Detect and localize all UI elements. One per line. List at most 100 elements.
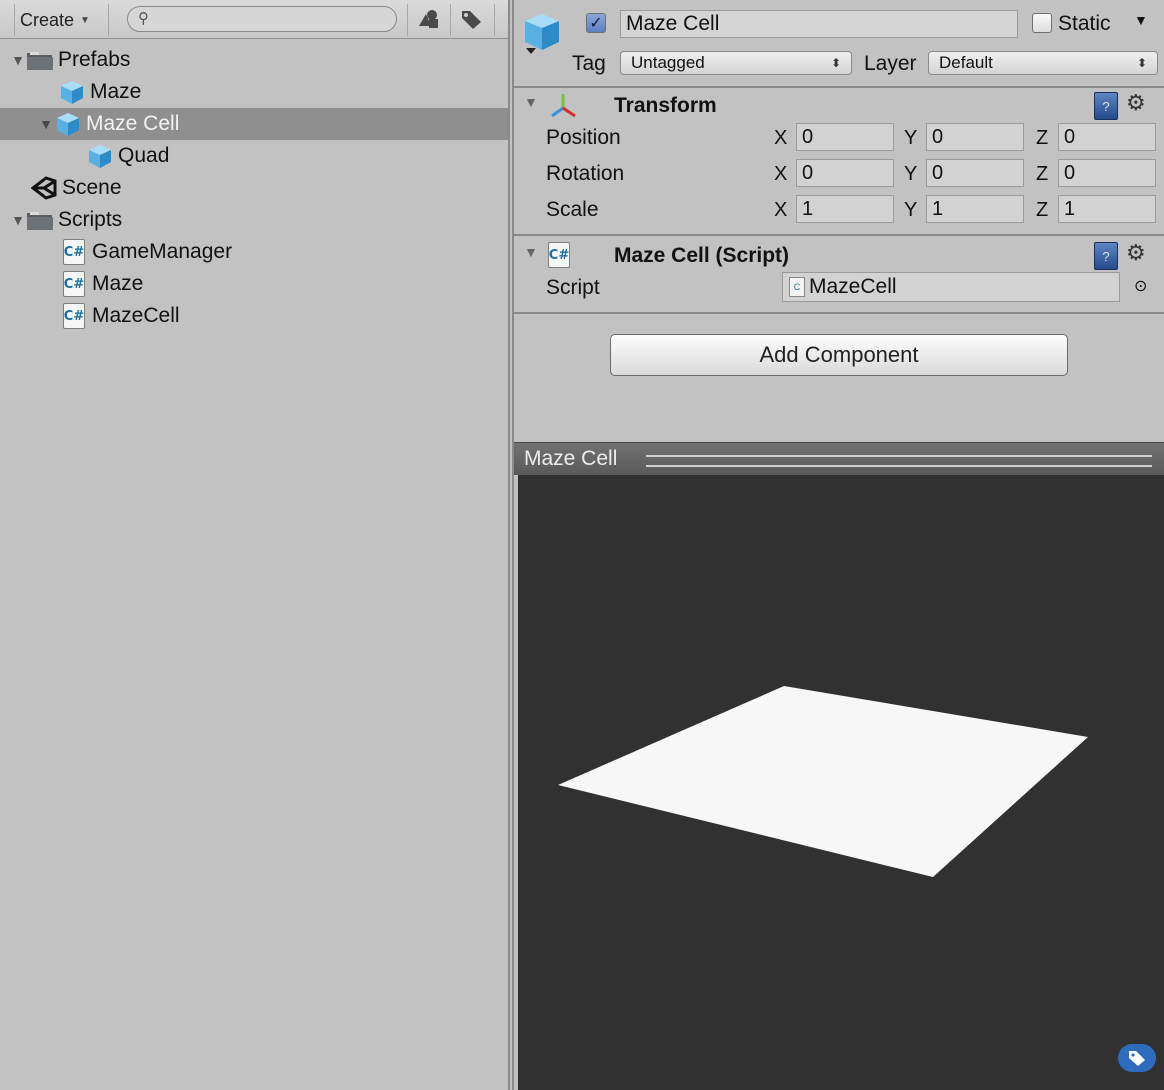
tree-item-label: Maze xyxy=(90,80,142,103)
rotation-z-field[interactable]: 0 xyxy=(1058,159,1156,187)
expand-triangle-icon[interactable]: ▼ xyxy=(38,114,54,134)
position-label: Position xyxy=(546,126,621,149)
axis-x-label: X xyxy=(774,163,788,185)
dropdown-caret-icon: ▼ xyxy=(80,14,90,26)
search-input[interactable]: ⚲ xyxy=(127,6,397,32)
csharp-script-icon: C xyxy=(789,277,805,297)
drag-handle[interactable] xyxy=(646,455,1152,467)
tree-item-label: GameManager xyxy=(92,240,233,263)
folder-icon xyxy=(26,207,54,233)
scale-y-field[interactable]: 1 xyxy=(926,195,1024,223)
expand-triangle-icon[interactable]: ▼ xyxy=(10,50,26,70)
asset-labels-button[interactable] xyxy=(1118,1044,1156,1072)
tree-item-mazecell-script[interactable]: C# MazeCell xyxy=(0,300,508,332)
component-title: Maze Cell (Script) xyxy=(614,244,790,267)
toolbar-divider xyxy=(108,4,109,36)
collapse-triangle-icon[interactable]: ▼ xyxy=(524,244,538,260)
tree-item-label: Scripts xyxy=(58,208,123,231)
create-label: Create xyxy=(20,9,75,30)
axis-y-label: Y xyxy=(904,199,918,221)
layer-value: Default xyxy=(939,53,993,72)
axis-z-label: Z xyxy=(1036,199,1049,221)
toolbar-divider xyxy=(407,4,408,36)
expand-triangle-icon[interactable]: ▼ xyxy=(10,210,26,230)
create-button[interactable]: Create ▼ xyxy=(20,8,90,32)
help-book-icon[interactable]: ? xyxy=(1094,92,1118,120)
static-checkbox[interactable] xyxy=(1032,13,1052,33)
tree-item-label: MazeCell xyxy=(92,304,180,327)
tag-dropdown[interactable]: Untagged ⬍ xyxy=(620,51,852,75)
rotation-x-field[interactable]: 0 xyxy=(796,159,894,187)
collapse-triangle-icon[interactable]: ▼ xyxy=(524,94,538,110)
tag-value: Untagged xyxy=(631,53,705,72)
tree-item-scene[interactable]: Scene xyxy=(0,172,508,204)
gear-icon[interactable]: ⚙ xyxy=(1126,90,1146,116)
tree-item-gamemanager-script[interactable]: C# GameManager xyxy=(0,236,508,268)
tree-item-maze-script[interactable]: C# Maze xyxy=(0,268,508,300)
axis-z-label: Z xyxy=(1036,127,1049,149)
object-picker-icon[interactable]: ⊙ xyxy=(1134,276,1147,296)
transform-component: ▼ Transform ? ⚙ Position X 0 Y 0 Z 0 Rot… xyxy=(514,88,1164,236)
folder-icon xyxy=(26,47,54,73)
script-value: MazeCell xyxy=(809,275,897,298)
inspector-header: ✓ Maze Cell Static ▼ Tag Untagged ⬍ Laye… xyxy=(514,0,1164,88)
preview-header[interactable]: Maze Cell xyxy=(514,442,1164,475)
prefab-cube-icon[interactable] xyxy=(522,12,562,61)
filter-by-label-icon[interactable] xyxy=(456,6,486,32)
script-label: Script xyxy=(546,276,600,299)
tag-label: Tag xyxy=(572,52,606,75)
axis-y-label: Y xyxy=(904,127,918,149)
preview-viewport[interactable] xyxy=(518,475,1164,1090)
toolbar-divider xyxy=(450,4,451,36)
csharp-script-icon: C# xyxy=(60,271,88,297)
position-x-field[interactable]: 0 xyxy=(796,123,894,151)
tree-item-scripts-folder[interactable]: ▼ Scripts xyxy=(0,204,508,236)
updown-arrows-icon: ⬍ xyxy=(1136,56,1147,70)
tree-item-label: Maze Cell xyxy=(86,112,180,135)
tree-item-quad-prefab[interactable]: Quad xyxy=(0,140,508,172)
project-tree: ▼ Prefabs Maze ▼ Maze Cell Quad Scene ▼ … xyxy=(0,44,508,332)
position-z-field[interactable]: 0 xyxy=(1058,123,1156,151)
rotation-label: Rotation xyxy=(546,162,625,185)
tag-icon xyxy=(1129,1051,1145,1066)
toolbar-divider xyxy=(14,4,15,36)
help-book-icon[interactable]: ? xyxy=(1094,242,1118,270)
add-component-button[interactable]: Add Component xyxy=(610,334,1068,376)
tree-item-prefabs-folder[interactable]: ▼ Prefabs xyxy=(0,44,508,76)
tree-item-label: Prefabs xyxy=(58,48,131,71)
axis-x-label: X xyxy=(774,127,788,149)
prefab-cube-icon xyxy=(58,79,86,105)
position-y-field[interactable]: 0 xyxy=(926,123,1024,151)
static-label: Static xyxy=(1058,12,1111,35)
scale-label: Scale xyxy=(546,198,599,221)
project-toolbar: Create ▼ ⚲ xyxy=(0,0,508,39)
updown-arrows-icon: ⬍ xyxy=(830,56,841,70)
active-checkbox[interactable]: ✓ xyxy=(586,13,606,33)
tree-item-label: Quad xyxy=(118,144,170,167)
script-component: ▼ C# Maze Cell (Script) ? ⚙ Script C Maz… xyxy=(514,236,1164,314)
toolbar-divider xyxy=(494,4,495,36)
axis-x-label: X xyxy=(774,199,788,221)
inspector-panel: ✓ Maze Cell Static ▼ Tag Untagged ⬍ Laye… xyxy=(512,0,1164,1090)
tree-item-maze-prefab[interactable]: Maze xyxy=(0,76,508,108)
axis-z-label: Z xyxy=(1036,163,1049,185)
layer-dropdown[interactable]: Default ⬍ xyxy=(928,51,1158,75)
tree-item-maze-cell-prefab[interactable]: ▼ Maze Cell xyxy=(0,108,508,140)
scale-z-field[interactable]: 1 xyxy=(1058,195,1156,223)
csharp-script-icon: C# xyxy=(548,242,570,268)
search-icon: ⚲ xyxy=(138,10,149,27)
rotation-y-field[interactable]: 0 xyxy=(926,159,1024,187)
object-name-field[interactable]: Maze Cell xyxy=(620,10,1018,38)
static-dropdown-icon[interactable]: ▼ xyxy=(1134,12,1148,28)
prefab-cube-icon xyxy=(86,143,114,169)
scale-x-field[interactable]: 1 xyxy=(796,195,894,223)
transform-axes-icon xyxy=(548,92,578,123)
script-object-field[interactable]: C MazeCell xyxy=(782,272,1120,302)
component-title: Transform xyxy=(614,94,717,117)
csharp-script-icon: C# xyxy=(60,239,88,265)
project-panel: Create ▼ ⚲ ▼ Prefabs Maze ▼ Maze Cell Qu… xyxy=(0,0,510,1090)
filter-by-type-icon[interactable] xyxy=(414,6,444,32)
tree-item-label: Maze xyxy=(92,272,144,295)
gear-icon[interactable]: ⚙ xyxy=(1126,240,1146,266)
layer-label: Layer xyxy=(864,52,917,75)
